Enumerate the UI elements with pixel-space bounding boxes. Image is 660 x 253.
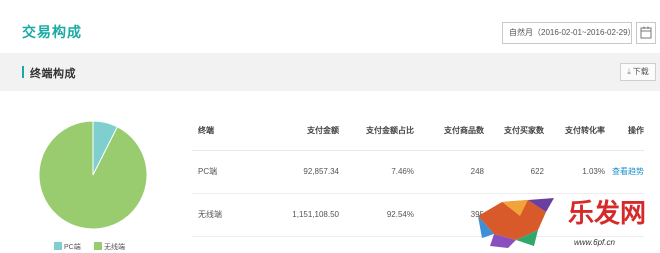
legend-swatch-wireless (94, 242, 102, 250)
pie-slice-1 (38, 120, 148, 230)
pie-chart (38, 120, 148, 230)
legend-swatch-pc (54, 242, 62, 250)
col-header-action: 操作 (605, 112, 644, 151)
legend-label-pc: PC端 (64, 244, 81, 251)
legend-label-wireless: 无线端 (104, 244, 125, 251)
section-title: 终端构成 (30, 68, 76, 80)
cell-amount: 1,151,108.50 (242, 193, 339, 237)
col-header-conversion: 支付转化率 (544, 112, 605, 151)
col-header-amount: 支付金额 (242, 112, 339, 151)
cell-terminal: 无线端 (192, 193, 242, 237)
cell-buyers: 622 (484, 150, 544, 194)
download-icon: ⤓ (627, 67, 631, 76)
cell-amount: 92,857.34 (242, 150, 339, 194)
col-header-items: 支付商品数 (414, 112, 484, 151)
table-row: PC端 92,857.34 7.46% 248 622 1.03% 查看趋势 (192, 150, 644, 194)
download-label: 下载 (632, 67, 649, 76)
cell-conversion: 1.03% (544, 150, 605, 194)
calendar-icon (640, 26, 652, 39)
date-range-selector[interactable]: 自然月（2016-02-01~2016-02-29） (502, 22, 636, 44)
page-title: 交易构成 (22, 24, 82, 40)
watermark-brand: 乐发网 (568, 198, 646, 229)
cell-amount-share: 92.54% (339, 193, 414, 237)
watermark-logo: 乐发网 (478, 198, 646, 248)
cell-amount-share: 7.46% (339, 150, 414, 194)
col-header-amount-share: 支付金额占比 (339, 112, 414, 151)
calendar-button[interactable] (636, 22, 656, 44)
watermark-url: www.6pf.cn (574, 238, 615, 247)
cell-terminal: PC端 (192, 150, 242, 194)
section-accent (22, 66, 24, 78)
view-trend-link[interactable]: 查看趋势 (605, 150, 644, 194)
section-header-bar (0, 53, 660, 91)
table-header-row: 终端 支付金额 支付金额占比 支付商品数 支付买家数 支付转化率 操作 (192, 112, 644, 151)
cell-items: 248 (414, 150, 484, 194)
download-button[interactable]: ⤓ 下载 (620, 63, 656, 81)
col-header-terminal: 终端 (192, 112, 242, 151)
col-header-buyers: 支付买家数 (484, 112, 544, 151)
